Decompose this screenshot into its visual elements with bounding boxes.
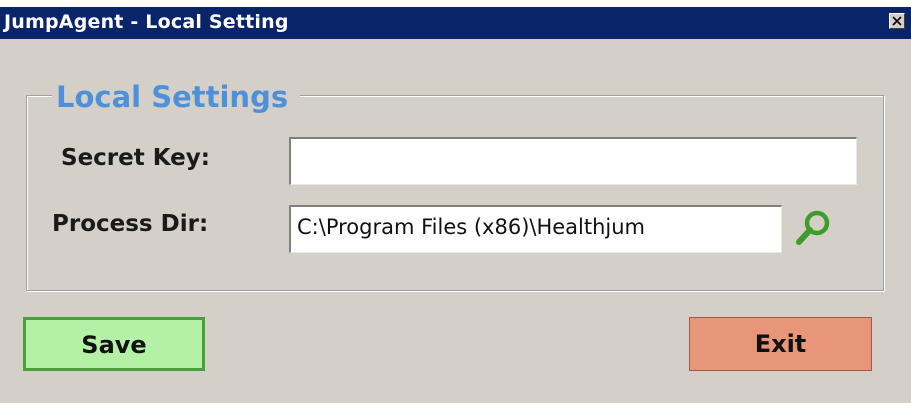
close-button[interactable] [889, 13, 905, 29]
browse-button[interactable] [793, 208, 833, 248]
process-dir-label: Process Dir: [52, 211, 209, 237]
settings-window: JumpAgent - Local Setting Local Settings… [0, 7, 911, 403]
local-settings-group [26, 95, 884, 291]
process-dir-input[interactable]: C:\Program Files (x86)\Healthjum [289, 205, 782, 253]
secret-key-label: Secret Key: [61, 145, 210, 171]
title-bar[interactable]: JumpAgent - Local Setting [0, 7, 911, 39]
close-icon [892, 16, 902, 26]
window-title: JumpAgent - Local Setting [4, 11, 289, 33]
exit-button[interactable]: Exit [689, 317, 872, 371]
group-legend: Local Settings [52, 80, 301, 114]
save-button[interactable]: Save [23, 317, 205, 371]
magnifier-icon [796, 210, 830, 245]
secret-key-input[interactable] [289, 137, 857, 185]
